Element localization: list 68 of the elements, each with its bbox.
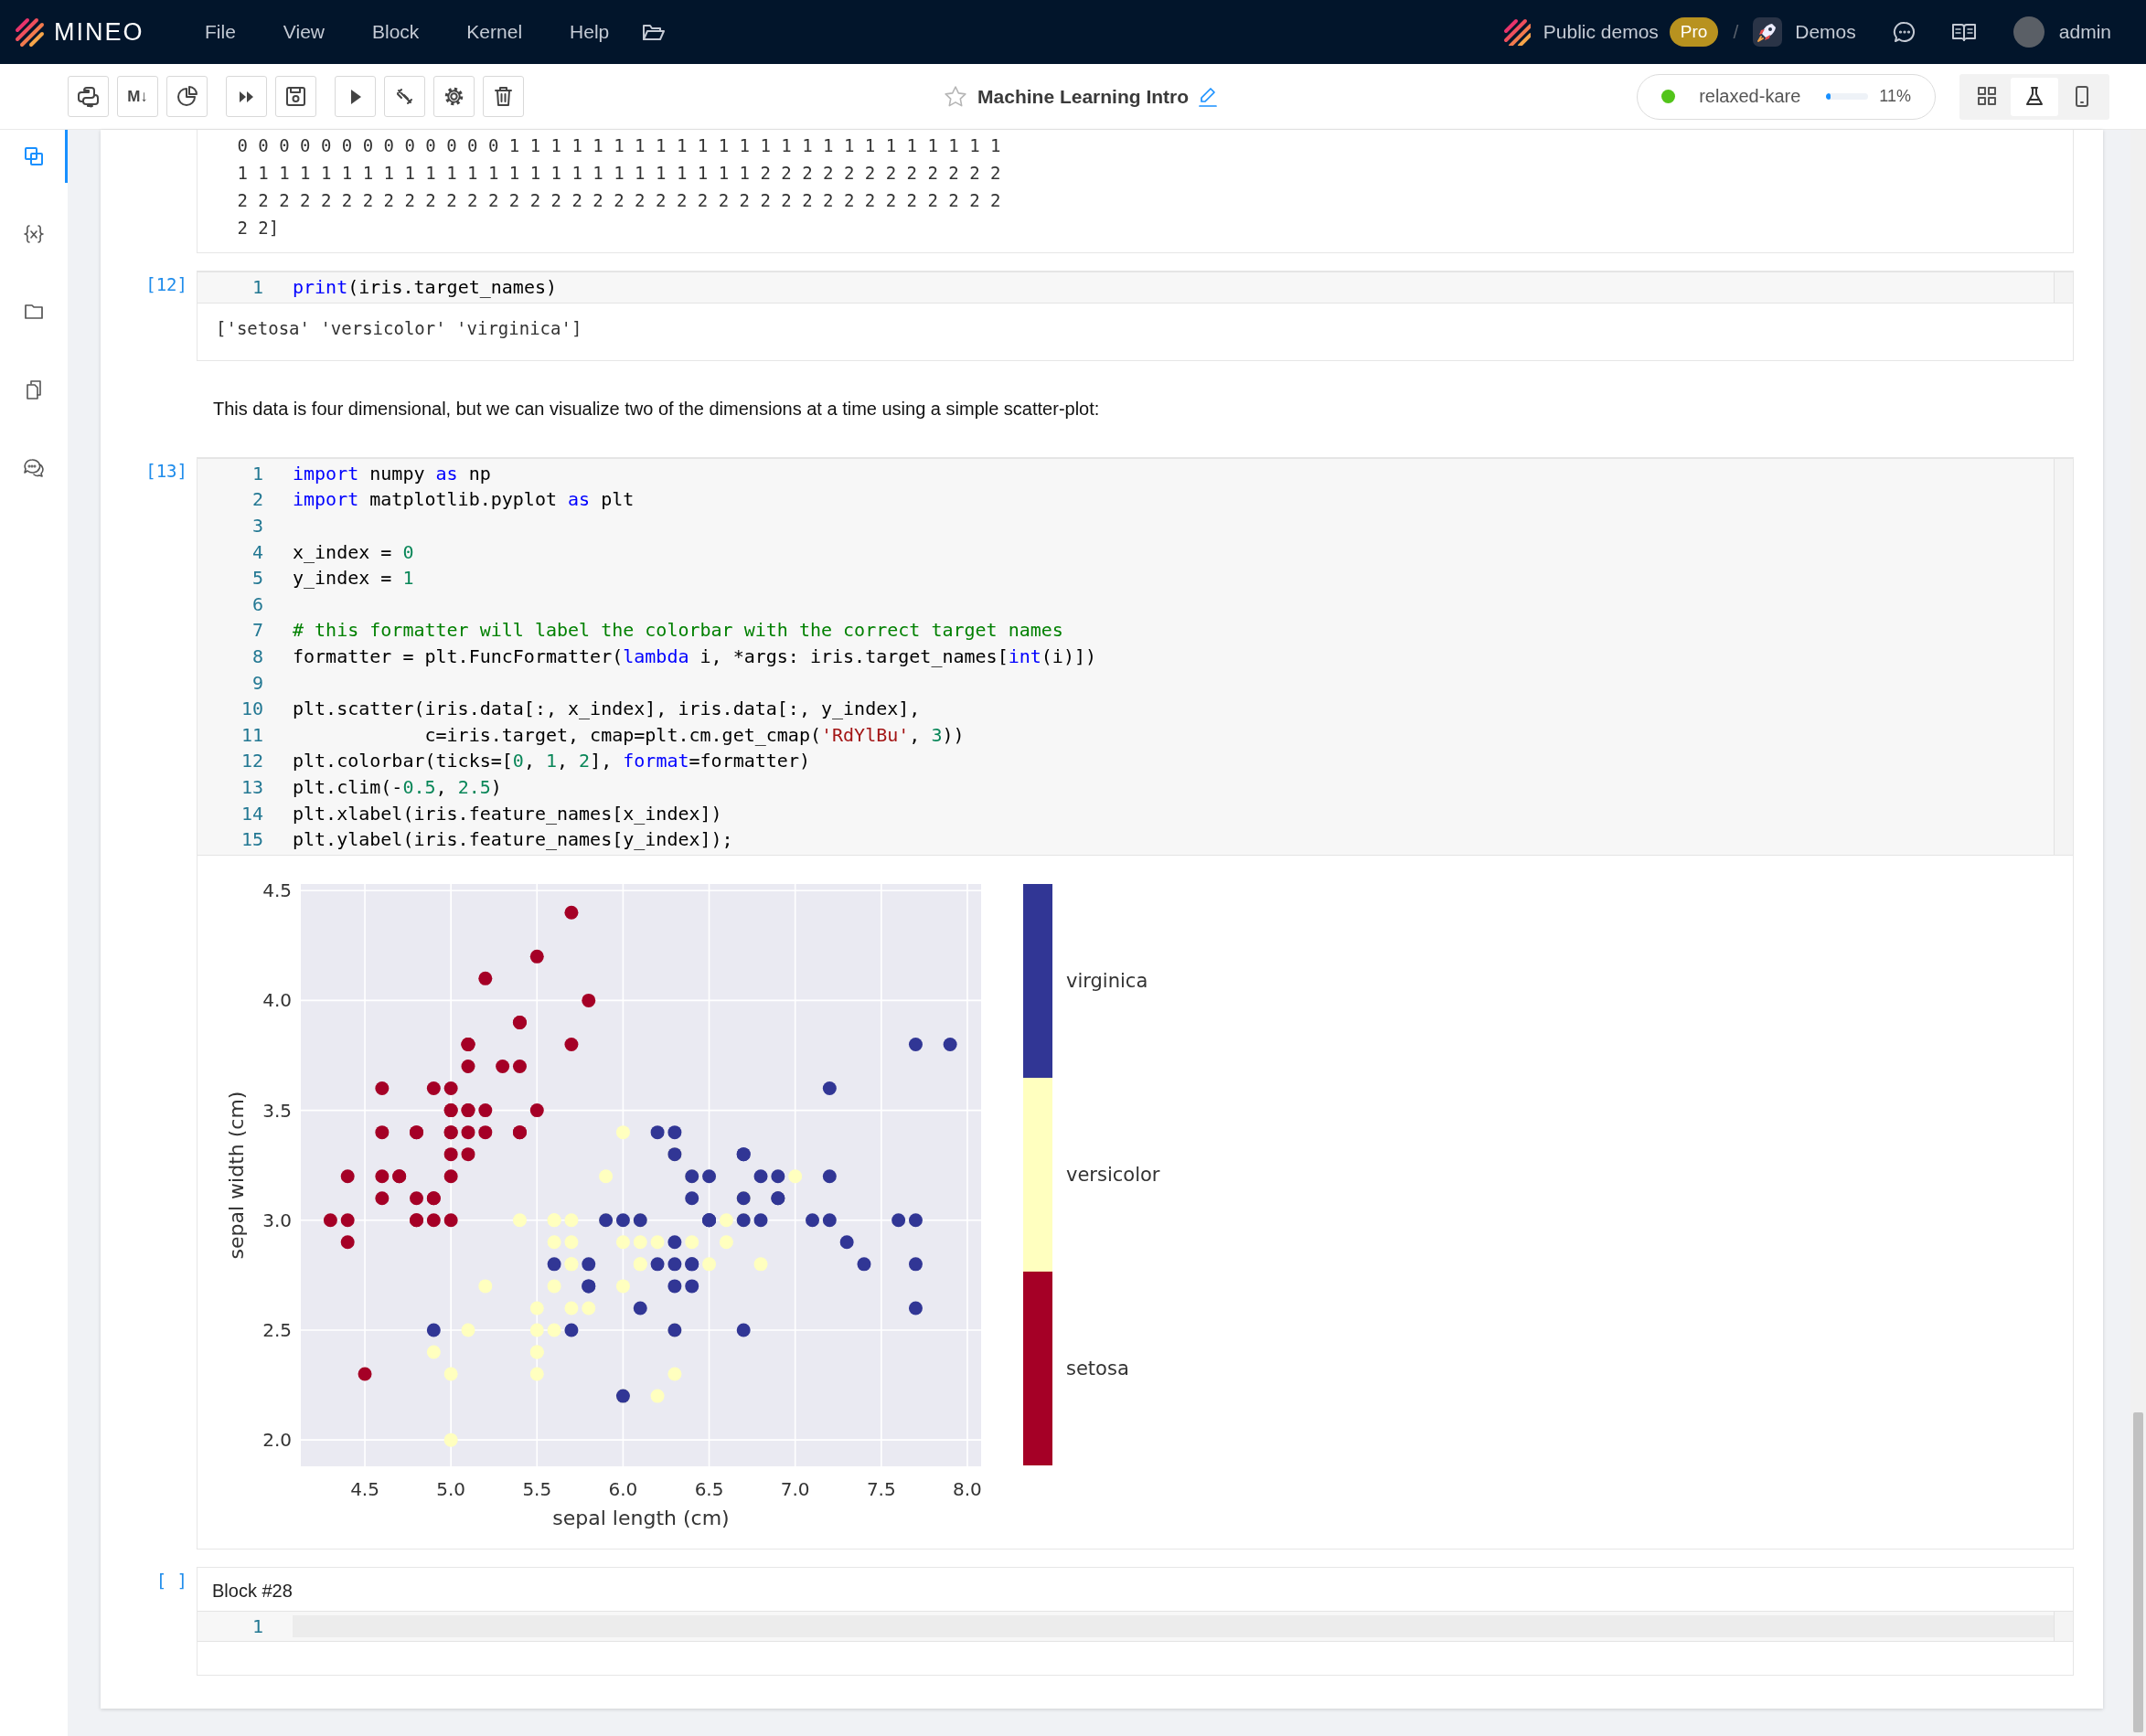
line-number: 13 [240,776,263,798]
colorbar-label: virginica [1066,969,1148,992]
code-line: formatter = plt.FuncFormatter(lambda i, *args: iris.target_names[int(i)]) [293,645,1097,668]
code-line: plt.colorbar(ticks=[0, 1, 2], format=formatter) [293,750,810,772]
line-number: 11 [240,723,263,746]
tick-label: 5.5 [522,1477,552,1500]
code-line: plt.xlabel(iris.feature_names[x_index]) [293,802,722,825]
line-number: 14 [240,802,263,825]
code-line: # this formatter will label the colorbar with the correct target names [293,619,1063,642]
tick-label: 7.0 [780,1477,810,1500]
tick-label: 5.0 [436,1477,466,1500]
logo-text: MINEO [54,17,144,47]
colorbar-label: setosa [1066,1358,1129,1380]
tick-label: 3.0 [262,1209,292,1231]
line-number: 3 [251,515,263,538]
paragraph: This data is four dimensional, but we can visualize two of the dimensions at a time using a simple scatter-plot: [213,398,1101,420]
execution-count: [ ] [155,1569,187,1592]
notebook-title: Machine Learning Intro [977,85,1190,108]
cell-title: Block #28 [211,1579,294,1603]
colorbar-label: versicolor [1066,1164,1160,1186]
line-number: 6 [251,592,263,615]
breadcrumb-separator: / [1733,21,1739,43]
code-line: import matplotlib.pyplot as plt [293,488,635,511]
plan-badge: Pro [1669,17,1719,47]
code-line: x_index = 0 [293,540,414,563]
execution-count: [13] [145,459,187,483]
code-line: plt.clim(-0.5, 2.5) [293,776,502,798]
kernel-name: relaxed-kare [1699,86,1801,107]
tick-label: 4.5 [262,879,292,901]
axis-label: sepal width (cm) [225,1091,248,1259]
code-line: plt.scatter(iris.data[:, x_index], iris.data[:, y_index], [293,698,921,720]
tick-label: 4.0 [262,988,292,1011]
line-number: 1 [251,276,263,299]
line-number: 1 [251,462,263,485]
tick-label: 7.5 [866,1477,896,1500]
line-number: 2 [251,488,263,511]
code-line: print(iris.target_names) [293,276,557,299]
output-text: 1 1 1 1 1 1 1 1 1 1 1 1 1 1 1 1 1 1 1 1 1 1 1 1 1 2 2 2 2 2 2 2 2 2 2 2 2 [236,162,1002,185]
tick-label: 8.0 [953,1477,982,1500]
line-number: 10 [240,698,263,720]
line-number: 8 [251,645,263,668]
code-line: import numpy as np [293,462,491,485]
usage-reading: 11% [1879,87,1911,106]
line-number: 7 [251,619,263,642]
line-number: 12 [240,750,263,772]
line-number: 4 [251,540,263,563]
user-name: admin [2058,21,2111,43]
code-line: c=iris.target, cmap=plt.cm.get_cmap('RdYlBu', 3)) [423,723,965,746]
output-text: 2 2 2 2 2 2 2 2 2 2 2 2 2 2 2 2 2 2 2 2 2 2 2 2 2 2 2 2 2 2 2 2 2 2 2 2 2 [236,189,1002,212]
output-text: ['setosa' 'versicolor' 'virginica'] [216,316,583,340]
tick-label: 6.0 [608,1477,638,1500]
line-number: 15 [240,828,263,851]
tick-label: 4.5 [350,1477,379,1500]
axis-label: sepal length (cm) [552,1506,730,1529]
workspace-name: Demos [1795,21,1856,43]
output-text: 2 2] [236,217,281,240]
execution-count: [12] [145,273,187,296]
code-line: plt.ylabel(iris.feature_names[y_index]); [293,828,733,851]
line-number: 9 [251,671,263,694]
line-number: 1 [251,1614,263,1637]
project-name: Public demos [1543,21,1659,43]
tick-label: 3.5 [262,1099,292,1122]
tick-label: 2.5 [262,1318,292,1341]
tick-label: 2.0 [262,1428,292,1451]
line-number: 5 [251,567,263,590]
tick-label: 6.5 [694,1477,724,1500]
output-text: 0 0 0 0 0 0 0 0 0 0 0 0 0 1 1 1 1 1 1 1 1 1 1 1 1 1 1 1 1 1 1 1 1 1 1 1 1 [236,134,1002,157]
code-line: y_index = 1 [293,567,414,590]
